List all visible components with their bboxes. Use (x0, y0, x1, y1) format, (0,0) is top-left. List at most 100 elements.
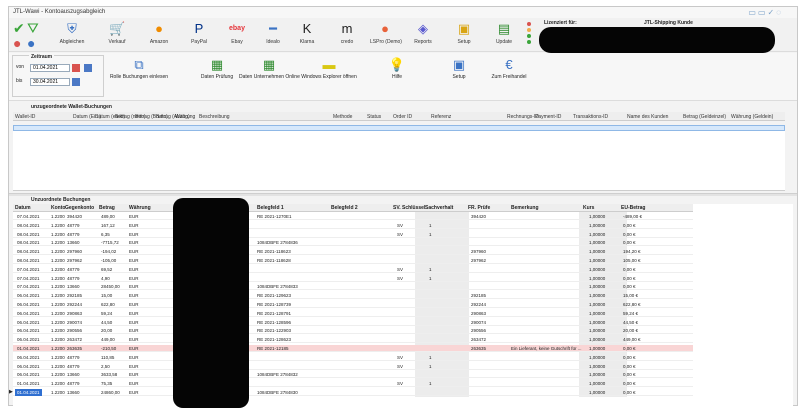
column-header[interactable]: Betrag (Geldeinzel) (683, 114, 726, 120)
ribbon-button-0[interactable]: ⛨ Abgleichen (57, 20, 87, 50)
toolbar-button-6[interactable]: € Zum Freihandel (479, 57, 539, 80)
bis-date-input[interactable] (30, 78, 70, 86)
column-header[interactable]: FR. Prüfe (468, 205, 490, 211)
table-row[interactable]: 07.04.2021 1.2200 394420 489,00 EUR RE 2021-1… (13, 213, 693, 220)
table-row[interactable]: 06.04.2021 1.2200 292244 622,80 EUR RE 2021-1… (13, 301, 693, 308)
toolbar-button-1[interactable]: ▦ Daten Prüfung (187, 57, 247, 80)
cell-sach: 1 (429, 231, 432, 237)
cell-eu: 449,00 € (623, 337, 641, 343)
cancel-icon[interactable]: ● (13, 36, 21, 50)
cell-fr: 290863 (471, 310, 487, 316)
column-header[interactable]: Kurs (583, 205, 594, 211)
table-row[interactable]: 06.04.2021 1.2200 263472 449,00 EUR RE 2021-1… (13, 336, 693, 344)
column-header[interactable]: EU-Betrag (621, 205, 645, 211)
table-row[interactable]: 01.04.2021 1.2200 48779 75,35 EUR SV 1 1,00000 0… (13, 380, 693, 388)
ribbon-button-9[interactable]: ◈ Reports (408, 20, 438, 50)
column-header[interactable]: Status (367, 114, 381, 120)
cell-konto: 1.2200 (51, 310, 65, 316)
ribbon-button-10[interactable]: ▣ Setup (449, 20, 479, 50)
column-header[interactable]: Name des Kunden (627, 114, 668, 120)
table-row[interactable]: 08.04.2021 1.2200 13660 -7715,72 EUR 1084DBFE… (13, 239, 693, 247)
toolbar-button-3[interactable]: ▬ Windows Explorer öffnen (299, 57, 359, 80)
column-header[interactable]: Bemerkung (511, 205, 539, 211)
von-date-input[interactable] (30, 64, 70, 72)
cell-gegen: 13660 (67, 284, 80, 290)
table-row[interactable]: 06.04.2021 1.2200 290074 44,50 EUR RE 2021-12… (13, 319, 693, 326)
ribbon-button-8[interactable]: ● LSPro (Demo) (370, 20, 402, 50)
column-header[interactable]: Referenz (431, 114, 451, 120)
table-row[interactable]: 07.04.2021 1.2200 13660 28450,00 EUR 1084DBFE… (13, 283, 693, 291)
cell-betrag: -7715,72 (101, 240, 119, 246)
cell-konto: 1.2200 (51, 266, 65, 272)
table-row[interactable]: 08.04.2021 1.2200 48779 6,35 EUR SV 1 1,00000 0,… (13, 231, 693, 238)
ribbon-button-4[interactable]: ebay Ebay (222, 20, 252, 50)
cell-fr: 292244 (471, 302, 487, 307)
column-header[interactable]: Gegenkonto (65, 205, 94, 211)
table-row[interactable]: 06.04.2021 1.2200 290556 20,00 EUR RE 2021-12… (13, 327, 693, 335)
wallet-grid-body[interactable] (13, 131, 785, 191)
cell-kurs: 1,00000 (589, 231, 606, 237)
cell-beleg1: 1084DBFE 2784833 (257, 284, 298, 290)
cell-sach: 1 (429, 354, 432, 360)
column-header[interactable]: Belegfeld 2 (331, 205, 358, 211)
window-controls[interactable]: ▭▭✓◌ (748, 8, 783, 17)
column-header[interactable]: Transaktions-ID (573, 114, 608, 120)
toolbar-button-4[interactable]: 💡 Hilfe (367, 57, 427, 80)
filter-icon[interactable]: ⛛ (27, 21, 39, 35)
cart-icon: 🛒 (109, 21, 126, 36)
cell-kurs: 1,00000 (589, 249, 606, 255)
table-row[interactable]: 08.04.2021 1.2200 297960 -194,02 EUR RE 2021-… (13, 248, 693, 256)
ribbon-button-2[interactable]: ● Amazon (144, 20, 174, 50)
table-row[interactable]: 08.04.2021 1.2200 48779 167,12 EUR SV 1 1,00000… (13, 222, 693, 229)
column-header[interactable]: Betrag (99, 205, 115, 211)
cell-betrag: 4,90 (101, 275, 110, 281)
table-row[interactable]: 01.04.2021 1.2200 263635 -210,50 EUR RE 2021-… (13, 345, 693, 352)
column-header[interactable]: Wallet-ID (15, 114, 35, 120)
ribbon-button-5[interactable]: ━ Idealo (258, 20, 288, 50)
spinner-icon[interactable] (72, 78, 80, 86)
ribbon-button-6[interactable]: K Klarna (292, 20, 322, 50)
ribbon-button-11[interactable]: ▤ Update (489, 20, 519, 50)
table-row[interactable]: 06.04.2021 1.2200 48779 2,50 EUR SV 1 1,00000 0,… (13, 363, 693, 370)
column-header[interactable]: Sachverhalt (425, 205, 453, 211)
column-header[interactable]: Belegfeld 1 (257, 205, 284, 211)
column-header[interactable]: Datum (15, 205, 31, 211)
cell-beleg1: 1084DBFE 2784830 (257, 390, 298, 395)
table-row[interactable]: 06.04.2021 1.2200 292185 15,00 EUR RE 2021-12… (13, 292, 693, 300)
column-header[interactable]: Währung (Geldein) (731, 114, 773, 120)
cell-fr: 292185 (471, 293, 487, 299)
table-row[interactable]: 08.04.2021 1.2200 297962 -105,00 EUR RE 2021-… (13, 257, 693, 264)
cell-eu: 622,80 € (623, 302, 641, 307)
column-header[interactable]: Währung (129, 205, 151, 211)
ribbon-button-label: PayPal (191, 39, 207, 45)
table-row[interactable]: 07.04.2021 1.2200 48779 4,90 EUR SV 1 1,00000 0,… (13, 275, 693, 282)
column-header[interactable]: Konto (51, 205, 65, 211)
cell-betrag: 6,35 (101, 231, 110, 237)
ribbon-button-1[interactable]: 🛒 Verkauf (102, 20, 132, 50)
ribbon-button-3[interactable]: P PayPal (184, 20, 214, 50)
column-header[interactable]: SV. Schlüssel (393, 205, 425, 211)
cell-konto: 1.2200 (51, 363, 65, 369)
table-row[interactable]: 06.04.2021 1.2200 290863 59,24 EUR RE 2021-12… (13, 310, 693, 317)
help-icon[interactable]: ● (27, 36, 35, 50)
table-row[interactable]: 06.04.2021 1.2200 13660 3633,58 EUR 1084DBFE … (13, 371, 693, 379)
column-header[interactable]: Währung (175, 114, 195, 120)
toolbar-button-0[interactable]: ⧉ Rolle Buchungen einlesen (109, 57, 169, 80)
splitter[interactable] (9, 193, 797, 196)
check-icon[interactable]: ✔ (13, 21, 25, 35)
column-header[interactable]: Methode (333, 114, 352, 120)
spinner-icon[interactable] (84, 64, 92, 72)
column-header[interactable]: Beschreibung (199, 114, 230, 120)
credo-icon: m (341, 21, 353, 36)
buchungen-grid[interactable]: Datum Konto Gegenkonto Betrag Währung Belegfe… (9, 198, 793, 408)
table-row[interactable]: 07.04.2021 1.2200 48779 69,52 EUR SV 1 1,00000 0… (13, 266, 693, 273)
cell-fr: 263472 (471, 337, 487, 343)
toolbar-button-2[interactable]: ▦ Daten Unternehmen Online (239, 57, 300, 80)
calendar-icon[interactable] (72, 64, 80, 72)
table-row[interactable]: 06.04.2021 1.2200 48779 110,85 EUR SV 1 1,00000… (13, 354, 693, 361)
table-row[interactable]: ▶ 01.04.2021 1.2200 13660 24860,00 EUR 1084DBF… (9, 389, 693, 396)
paypal-icon: P (194, 21, 204, 36)
ribbon-button-7[interactable]: m credo (332, 20, 362, 50)
column-header[interactable]: Order ID (393, 114, 412, 120)
column-header[interactable]: Payment-ID (535, 114, 561, 120)
